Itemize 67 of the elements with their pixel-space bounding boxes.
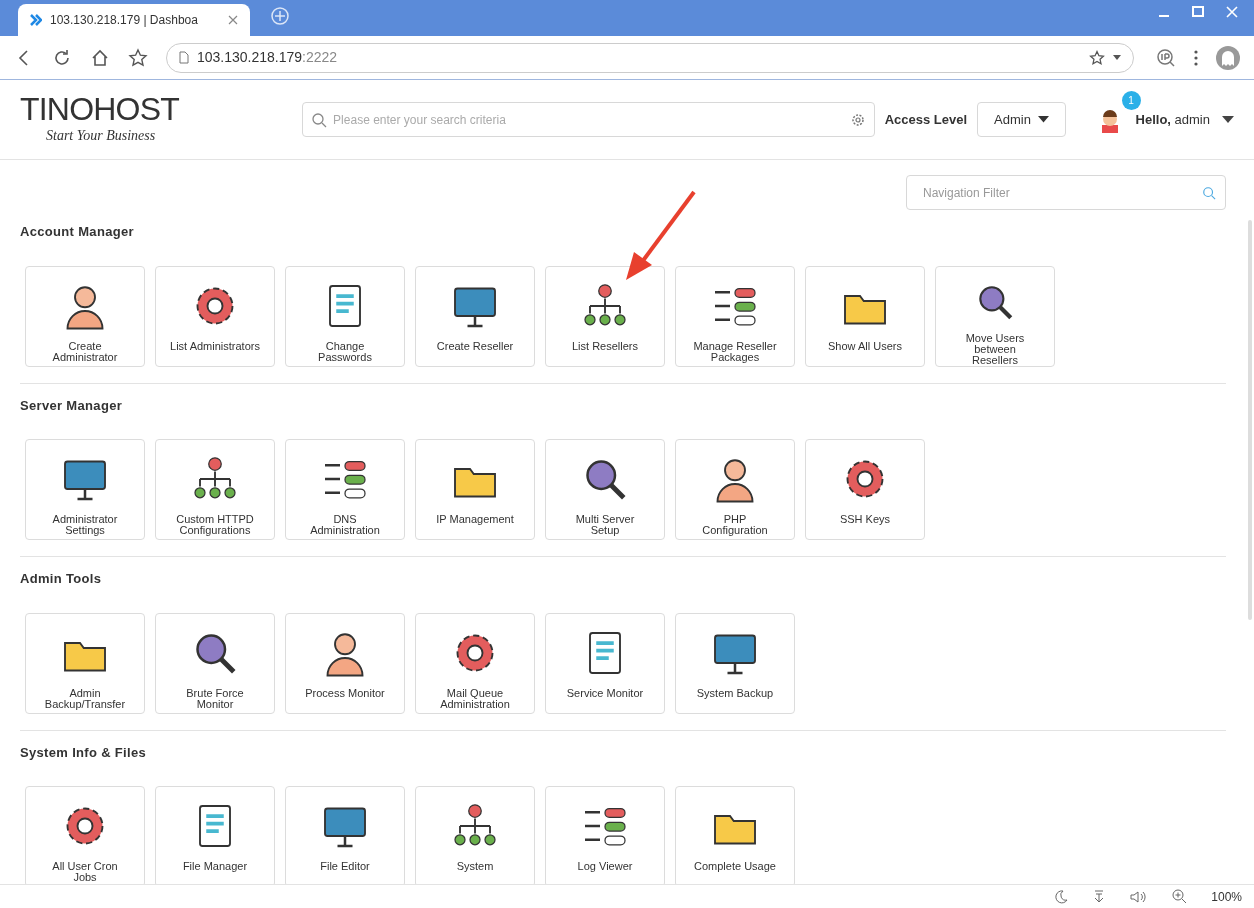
- dashboard-tile[interactable]: Process Monitor: [285, 612, 405, 714]
- url-port: :2222: [302, 49, 338, 65]
- tab-title: 103.130.218.179 | Dashboa: [50, 12, 198, 29]
- close-icon[interactable]: [228, 15, 238, 25]
- section-title: Server Manager: [20, 396, 123, 415]
- star-icon[interactable]: [1089, 49, 1105, 66]
- search-icon: [311, 112, 328, 128]
- zoom-icon[interactable]: [1172, 889, 1188, 904]
- dashboard-tile[interactable]: List Administrators: [155, 265, 275, 367]
- ip-extension-icon[interactable]: [1156, 47, 1176, 68]
- maximize-icon[interactable]: [1192, 4, 1204, 20]
- dashboard-tile[interactable]: DNS Administration: [285, 439, 405, 540]
- caret-icon: [1037, 116, 1049, 123]
- dashboard-tile[interactable]: Create Reseller: [415, 265, 535, 367]
- new-tab-icon[interactable]: [270, 6, 290, 26]
- section-title: Admin Tools: [20, 570, 102, 588]
- navigation-filter-field[interactable]: Navigation Filter: [906, 175, 1226, 210]
- dashboard-tile[interactable]: Service Monitor: [545, 612, 665, 714]
- section-title: System Info & Files: [20, 743, 147, 762]
- dashboard-tile[interactable]: List Resellers: [545, 265, 665, 367]
- zoom-level: 100%: [1211, 888, 1242, 906]
- dashboard-tile[interactable]: Change Passwords: [285, 265, 405, 367]
- dashboard-tile[interactable]: IP Management: [415, 439, 535, 540]
- dashboard-tile[interactable]: PHP Configuration: [675, 439, 795, 540]
- dashboard-tile[interactable]: Brute Force Monitor: [155, 612, 275, 714]
- dashboard-tile[interactable]: Show All Users: [805, 265, 925, 367]
- search-field[interactable]: Please enter your search criteria: [302, 102, 875, 137]
- dashboard-tile[interactable]: Multi Server Setup: [545, 439, 665, 540]
- caret-icon[interactable]: [1113, 54, 1121, 61]
- dashboard-tile[interactable]: SSH Keys: [805, 439, 925, 540]
- settings-icon[interactable]: [849, 112, 866, 128]
- speaker-icon[interactable]: [1130, 889, 1149, 904]
- menu-icon[interactable]: [1194, 49, 1198, 66]
- access-level-dropdown[interactable]: Admin: [977, 102, 1066, 137]
- logo-tagline: Start Your Business: [45, 127, 157, 145]
- dashboard-tile[interactable]: Complete Usage: [675, 786, 795, 887]
- section-title: Account Manager: [20, 223, 134, 241]
- page-icon: [179, 51, 189, 64]
- dashboard-tile[interactable]: System: [415, 786, 535, 887]
- dashboard-tile[interactable]: Create Administrator: [25, 265, 145, 367]
- reload-icon[interactable]: [52, 47, 72, 68]
- dashboard-tile[interactable]: Log Viewer: [545, 786, 665, 887]
- dashboard-tile[interactable]: System Backup: [675, 612, 795, 714]
- dashboard-tile[interactable]: Custom HTTPD Configurations: [155, 439, 275, 540]
- search-icon: [1202, 186, 1216, 200]
- home-icon[interactable]: [90, 47, 110, 68]
- dashboard-tile[interactable]: All User Cron Jobs: [25, 786, 145, 887]
- dashboard-tile[interactable]: Mail Queue Administration: [415, 612, 535, 714]
- user-menu[interactable]: Hello, admin: [1135, 109, 1234, 130]
- star-icon[interactable]: [128, 47, 148, 68]
- scrollbar-thumb[interactable]: [1248, 220, 1252, 620]
- profile-avatar-icon[interactable]: [1216, 45, 1240, 70]
- dashboard-tile[interactable]: Move Users between Resellers: [935, 265, 1055, 367]
- dashboard-tile[interactable]: File Editor: [285, 786, 405, 887]
- dashboard-tile[interactable]: Administrator Settings: [25, 439, 145, 540]
- access-level-label: Access Level: [884, 110, 968, 129]
- tab-favicon-icon: [30, 14, 42, 26]
- browser-tab[interactable]: 103.130.218.179 | Dashboa: [18, 4, 250, 36]
- caret-icon: [1222, 116, 1234, 123]
- close-icon[interactable]: [1226, 4, 1238, 20]
- dashboard-tile[interactable]: Admin Backup/Transfer: [25, 612, 145, 714]
- logo[interactable]: TINOHOST Start Your Business: [20, 93, 219, 146]
- moon-icon[interactable]: [1054, 889, 1069, 904]
- dashboard-tile[interactable]: Manage Reseller Packages: [675, 265, 795, 367]
- logo-text: TINOHOST: [20, 93, 180, 125]
- url-host: 103.130.218.179: [197, 49, 303, 65]
- dashboard-tile[interactable]: File Manager: [155, 786, 275, 887]
